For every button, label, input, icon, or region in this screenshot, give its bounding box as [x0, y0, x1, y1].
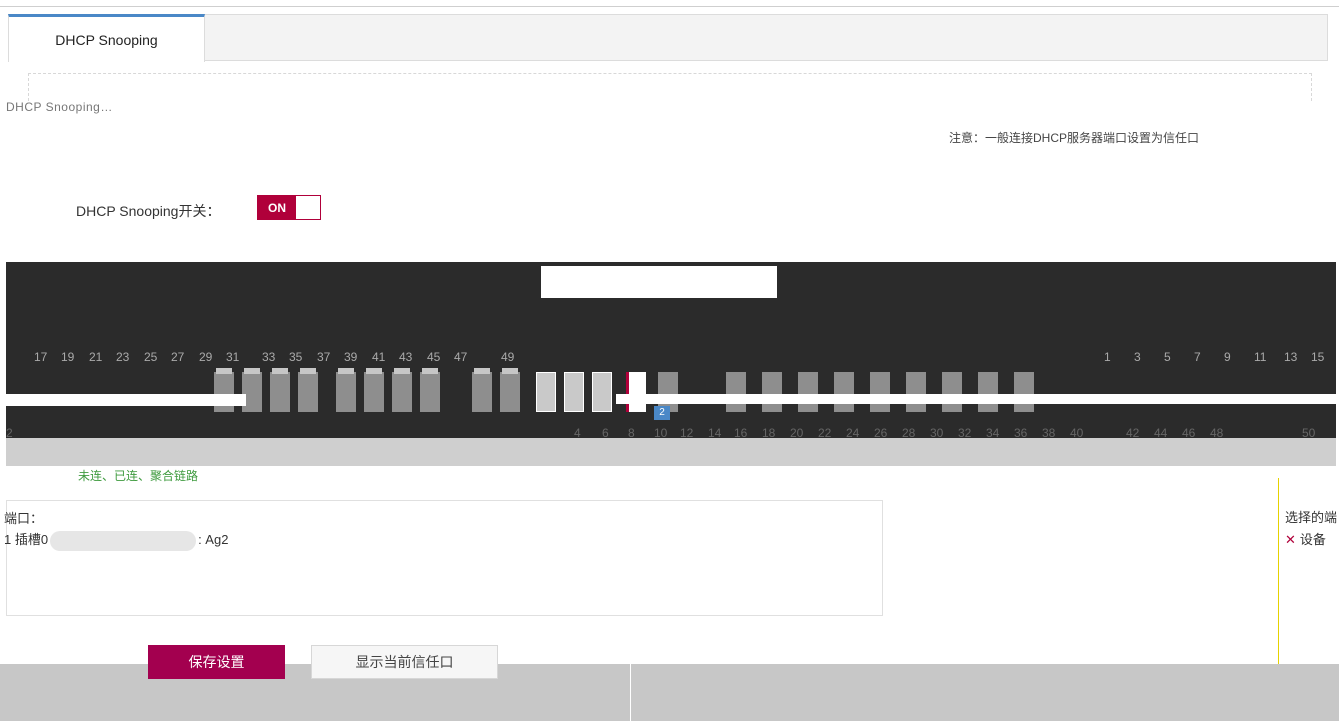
port-number: 49: [501, 350, 515, 364]
description-text: DHCP Snooping…: [6, 100, 113, 114]
ports-box: [6, 500, 883, 616]
save-button[interactable]: 保存设置: [148, 645, 285, 679]
toggle-on-state: ON: [258, 196, 296, 219]
port-number: 19: [61, 350, 75, 364]
port[interactable]: [762, 372, 782, 412]
tab-dhcp-snooping[interactable]: DHCP Snooping: [8, 14, 205, 62]
top-divider: [0, 6, 1339, 7]
port-number: 25: [144, 350, 158, 364]
ports-value-prefix: 1 插槽0: [4, 532, 49, 547]
device-panel-footer: [6, 438, 1336, 466]
dhcp-snooping-toggle[interactable]: ON: [257, 195, 321, 220]
port-selected[interactable]: [564, 372, 584, 412]
port[interactable]: [942, 372, 962, 412]
port-number: 41: [372, 350, 386, 364]
port[interactable]: [500, 368, 520, 412]
tab-bar: [8, 14, 1328, 61]
port-number: 29: [199, 350, 213, 364]
note-text: 注意：一般连接DHCP服务器端口设置为信任口: [949, 129, 1199, 146]
device-selector[interactable]: [541, 266, 777, 298]
port-number: 5: [1164, 350, 1171, 364]
port[interactable]: [1014, 372, 1034, 412]
remove-icon[interactable]: ✕: [1285, 532, 1296, 547]
port[interactable]: [798, 372, 818, 412]
port-number: 11: [1254, 350, 1267, 364]
port[interactable]: [270, 368, 290, 412]
port[interactable]: [336, 368, 356, 412]
ports-value: 1 插槽0 : Ag2: [4, 529, 228, 551]
port[interactable]: [906, 372, 926, 412]
port-number: 37: [317, 350, 331, 364]
port-numbers-top: 17 19 21 23 25 27 29 31 33 35 37 39 41 4…: [6, 350, 1336, 366]
port[interactable]: [834, 372, 854, 412]
port[interactable]: [214, 368, 234, 412]
panel-strip: [616, 394, 1336, 404]
port-badge: 2: [654, 406, 670, 420]
footer-divider: [630, 664, 631, 721]
right-divider: [1278, 478, 1279, 664]
ports-title: 端口：: [4, 511, 44, 526]
port-number: 15: [1311, 350, 1325, 364]
port-number: 47: [454, 350, 468, 364]
note-label: 注意：一般连接DHCP服务器端口设置为信任口: [949, 131, 1200, 145]
port-selected[interactable]: [592, 372, 612, 412]
port-number: 27: [171, 350, 185, 364]
port-number: 7: [1194, 350, 1201, 364]
show-trusted-button[interactable]: 显示当前信任口: [311, 645, 498, 679]
port-number: 9: [1224, 350, 1231, 364]
port-row: [206, 368, 1336, 412]
selected-title: 选择的端: [1285, 510, 1338, 525]
port-number: 31: [226, 350, 240, 364]
description-frame: [28, 73, 1312, 101]
device-panel: 17 19 21 23 25 27 29 31 33 35 37 39 41 4…: [6, 262, 1336, 466]
port[interactable]: [472, 368, 492, 412]
port[interactable]: [392, 368, 412, 412]
port-number: 43: [399, 350, 413, 364]
ports-value-suffix: : Ag2: [198, 532, 229, 547]
port[interactable]: [726, 372, 746, 412]
port-number: 21: [89, 350, 103, 364]
port-number: 45: [427, 350, 441, 364]
port[interactable]: [298, 368, 318, 412]
port-number: 17: [34, 350, 48, 364]
port-number: 35: [289, 350, 303, 364]
port[interactable]: [978, 372, 998, 412]
port-trusted[interactable]: [626, 372, 646, 412]
port-number: 33: [262, 350, 276, 364]
selected-item-label: 设备: [1299, 532, 1326, 547]
port-number: 39: [344, 350, 358, 364]
port[interactable]: [420, 368, 440, 412]
port-number: 23: [116, 350, 130, 364]
masked-field: [50, 530, 197, 551]
panel-strip: [6, 394, 246, 406]
port-selected[interactable]: [536, 372, 556, 412]
link-legend: 未连、已连、聚合链路: [78, 469, 199, 483]
port-number: 3: [1134, 350, 1141, 364]
port[interactable]: [242, 368, 262, 412]
port[interactable]: [364, 368, 384, 412]
port[interactable]: [870, 372, 890, 412]
port-number: 1: [1104, 350, 1111, 364]
switch-label: DHCP Snooping开关：: [76, 203, 221, 219]
port-number: 13: [1284, 350, 1298, 364]
selected-item[interactable]: ✕ 设备: [1285, 529, 1326, 548]
